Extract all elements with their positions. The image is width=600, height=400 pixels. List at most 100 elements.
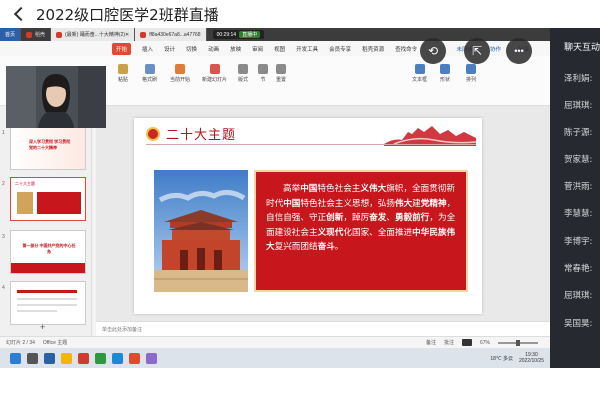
menu-slideshow[interactable]: 放映 [230, 45, 241, 53]
shape-button[interactable]: 形状 [440, 64, 450, 83]
section-button[interactable]: 节 [258, 64, 268, 83]
window-title: 2022级口腔医学2班群直播 [36, 5, 219, 24]
menu-design[interactable]: 设计 [164, 45, 175, 53]
system-tray: 18℃ 多云 19:30 2022/10/25 [490, 352, 550, 364]
folder-icon[interactable] [61, 352, 72, 364]
status-bar: 幻灯片 2 / 34 Office 主题 备注 批注 67% [0, 336, 550, 348]
menu-developer[interactable]: 开发工具 [296, 45, 318, 53]
menu-docer[interactable]: 稻壳资源 [362, 45, 384, 53]
chat-user[interactable]: 泽利娟: [564, 72, 592, 84]
thumb-number: 2 [2, 181, 5, 187]
tab-home[interactable]: 首页 [0, 28, 22, 41]
from-current-button[interactable]: 当前开始 [170, 64, 190, 83]
chat-user[interactable]: 屈琪琪: [564, 289, 592, 301]
theme-name: Office 主题 [42, 340, 68, 346]
theme-text-box: 高举中国特色社会主义伟大旗帜，全面贯彻新时代中国特色社会主义思想，弘扬伟大建党精… [254, 170, 468, 292]
body-run: 中国 [283, 198, 301, 209]
format-painter-button[interactable]: 格式刷 [142, 64, 157, 83]
wechat-icon[interactable] [95, 352, 106, 364]
great-wall-icon [384, 126, 476, 146]
chat-title: 聊天互动 [564, 43, 600, 53]
textbox-button[interactable]: 文本框 [412, 64, 427, 83]
zoom-level[interactable]: 67% [480, 340, 490, 346]
chat-panel: 聊天互动 泽利娟: 屈琪琪: 陈子源: 贺家慧: 菅洪雨: 李慧慧: 李博宇: … [550, 28, 600, 368]
chat-user[interactable]: 吴国昊: [564, 317, 592, 329]
slide-thumb-4[interactable] [10, 281, 86, 325]
brush-icon [144, 64, 155, 74]
chat-user[interactable]: 常春艳: [564, 262, 592, 274]
notes-pane[interactable]: 单击此处添加备注 [96, 321, 550, 336]
thumb-line [17, 304, 77, 306]
chat-user[interactable]: 菅洪雨: [564, 180, 592, 192]
body-run: 义伟大 [360, 184, 387, 194]
chat-user[interactable]: 李博宇: [564, 235, 592, 247]
qq-icon[interactable] [112, 352, 123, 364]
slideshow-play-icon[interactable] [461, 339, 472, 346]
wps-tab-strip: 首页 稻壳 (最新) 踊而奋...十大精神(2) ✕ ff8a430e67a8.… [0, 28, 550, 41]
thumb-title: 二十大主题 [15, 181, 35, 186]
paste-icon [118, 64, 128, 74]
header-divider [146, 144, 476, 145]
chat-user[interactable]: 陈子源: [564, 126, 592, 138]
ppt-taskbar-icon[interactable] [129, 352, 140, 364]
thumb-line [17, 310, 57, 312]
add-slide-icon[interactable]: + [40, 322, 45, 332]
menu-member[interactable]: 会员专享 [329, 45, 351, 53]
zoom-slider[interactable] [498, 339, 538, 346]
menu-review[interactable]: 审阅 [252, 45, 263, 53]
chat-user[interactable]: 屈琪琪: [564, 99, 592, 111]
tab-presentation[interactable]: (最新) 踊而奋...十大精神(2) ✕ [51, 28, 136, 41]
menu-animation[interactable]: 动画 [208, 45, 219, 53]
body-run: 创新 [326, 213, 344, 223]
weather-info: 18℃ 多云 [490, 355, 513, 362]
recording-time: 00:29:14 [216, 31, 237, 38]
screen-rotate-icon: ⟲ [427, 44, 439, 58]
collab-button[interactable]: 协作 [490, 45, 501, 53]
body-run: 高举 [283, 184, 301, 194]
edge-icon[interactable] [44, 352, 55, 364]
arrange-button[interactable]: 排列 [466, 64, 476, 83]
paste-button[interactable]: 粘贴 [118, 64, 128, 83]
app-icon[interactable] [146, 352, 157, 364]
thumb-photo [17, 192, 33, 214]
chat-user[interactable]: 贺家慧: [564, 153, 592, 165]
reset-button[interactable]: 重置 [276, 64, 286, 83]
share-screen-button[interactable]: ⇱ [464, 38, 490, 64]
screen-rotate-button[interactable]: ⟲ [420, 38, 446, 64]
current-slide[interactable]: 二十大主题 高举中国特色社会主义伟大旗帜，全面贯彻新时代中国特色社会主义思想，弘… [134, 118, 482, 314]
share-icon: ⇱ [471, 44, 483, 58]
recording-indicator: 00:29:14 直播中 [212, 30, 265, 39]
slide-header: 二十大主题 [146, 124, 236, 143]
arrange-icon [466, 64, 476, 74]
notes-toggle[interactable]: 备注 [426, 339, 436, 346]
new-slide-button[interactable]: 新建幻灯片 [202, 64, 227, 83]
slide-thumb-1[interactable]: 深入学习贯彻 学习贯彻党的二十大精神 [10, 126, 86, 170]
layout-button[interactable]: 版式 [238, 64, 248, 83]
textbox-icon [414, 64, 425, 74]
shape-icon [440, 64, 450, 74]
body-run: 奋发 [369, 213, 387, 223]
menu-transition[interactable]: 切换 [186, 45, 197, 53]
clock: 19:30 2022/10/25 [519, 352, 544, 364]
windows-taskbar: 18℃ 多云 19:30 2022/10/25 [0, 348, 550, 368]
thumb-number: 4 [2, 285, 5, 291]
slide-thumb-3[interactable]: 第一部分 中国共产党的中心任务 [10, 230, 86, 274]
tiananmen-photo [154, 170, 248, 292]
live-status: 直播中 [239, 31, 261, 38]
menu-view[interactable]: 视图 [274, 45, 285, 53]
menu-insert[interactable]: 插入 [142, 45, 153, 53]
presenter-video[interactable] [6, 66, 106, 128]
wps-icon[interactable] [78, 352, 89, 364]
menu-start[interactable]: 开始 [112, 42, 132, 55]
windows-start-icon[interactable] [10, 352, 21, 364]
comments-toggle[interactable]: 批注 [444, 339, 454, 346]
more-button[interactable]: ••• [506, 38, 532, 64]
find-command[interactable]: 查找命令 [395, 45, 417, 53]
chat-user[interactable]: 李慧慧: [564, 207, 592, 219]
back-icon[interactable] [13, 6, 29, 22]
search-icon[interactable] [27, 352, 38, 364]
tab-docer[interactable]: 稻壳 [21, 28, 52, 41]
slide-index: 幻灯片 2 / 34 [6, 340, 35, 346]
slide-thumb-2[interactable]: 二十大主题 [10, 177, 86, 221]
tab-file[interactable]: ff8a430e67a8...a47768 [135, 28, 207, 41]
